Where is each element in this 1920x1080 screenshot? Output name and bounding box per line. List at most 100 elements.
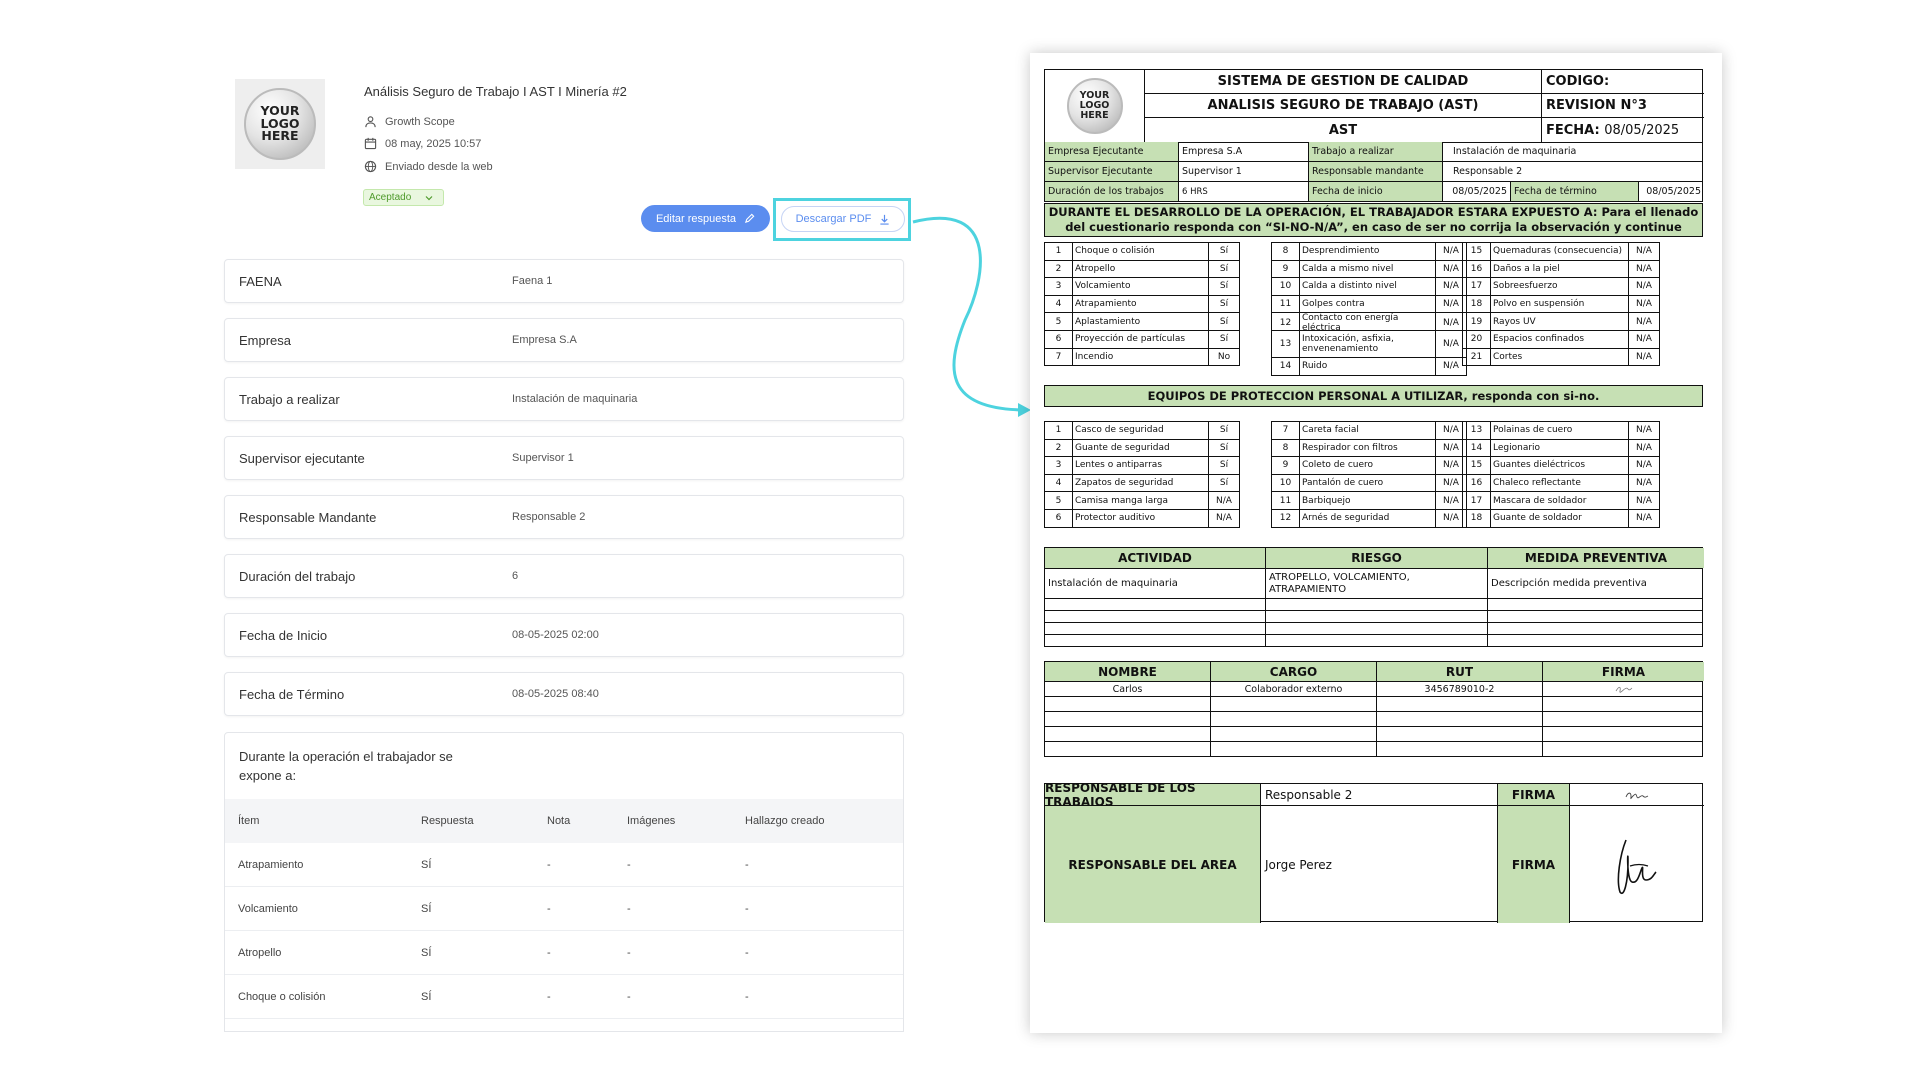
status-dropdown[interactable]: Aceptado [363, 189, 444, 206]
item-number: 14 [1272, 357, 1300, 375]
item-number: 6 [1045, 509, 1073, 527]
pdf-title-system: SISTEMA DE GESTION DE CALIDAD [1145, 70, 1542, 94]
field-value: Faena 1 [512, 275, 553, 287]
column-header-respuesta: Respuesta [421, 815, 474, 827]
hazard-table-2: 8 Desprendimiento N/A 9 Calda a mismo nivel N… [1271, 242, 1467, 376]
resp-works-label: RESPONSABLE DE LOS TRABAJOS [1045, 781, 1261, 809]
pdf-title-short: AST [1145, 118, 1542, 142]
activity-header: MEDIDA PREVENTIVA [1488, 548, 1704, 568]
checklist-row: 15 Guantes dieléctricos N/A [1463, 457, 1659, 475]
item-label: Proyección de partículas [1073, 330, 1209, 348]
checklist-row: 14 Legionario N/A [1463, 439, 1659, 458]
item-answer: N/A [1636, 246, 1652, 257]
firma-label: FIRMA [1498, 784, 1570, 806]
pdf-title-ast: ANALISIS SEGURO DE TRABAJO (AST) [1145, 94, 1542, 118]
item-label: Rayos UV [1491, 313, 1629, 330]
pdf-date-value: 08/05/2025 [1604, 122, 1680, 138]
activity-row [1045, 611, 1702, 623]
info-row: Supervisor Ejecutante Supervisor 1 Respo… [1045, 162, 1702, 182]
checklist-row: 6 Proyección de partículas Sí [1045, 330, 1239, 349]
item-label: Respirador con filtros [1300, 439, 1436, 457]
field-value: Responsable 2 [512, 511, 586, 523]
item-label: Calda a distinto nivel [1300, 278, 1436, 295]
item-number: 18 [1463, 295, 1491, 313]
form-logo: YOUR LOGO HERE [235, 79, 325, 169]
field-value: 6 [512, 570, 519, 582]
table-cell: - [745, 947, 749, 959]
item-label: Guantes dieléctricos [1491, 457, 1629, 474]
table-cell: SÍ [421, 859, 432, 871]
item-answer: Sí [1219, 425, 1229, 436]
item-label: Atrapamiento [1073, 295, 1209, 313]
item-label: Choque o colisión [1073, 243, 1209, 260]
pencil-icon [745, 213, 755, 224]
meta-scope-text: Growth Scope [385, 115, 455, 128]
item-answer: Sí [1219, 281, 1229, 292]
table-cell: - [547, 903, 551, 915]
item-label: Polainas de cuero [1491, 422, 1629, 439]
table-cell: Atropello [238, 947, 282, 959]
info-label: Empresa Ejecutante [1045, 142, 1179, 161]
checklist-row: 3 Volcamiento Sí [1045, 278, 1239, 296]
checklist-row: 10 Calda a distinto nivel N/A [1272, 278, 1466, 296]
checklist-row: 17 Sobreesfuerzo N/A [1463, 278, 1659, 296]
activity-header: ACTIVIDAD [1045, 548, 1266, 568]
item-label: Daños a la piel [1491, 260, 1629, 278]
pdf-header: YOUR LOGO HERE SISTEMA DE GESTION DE CALID… [1044, 69, 1704, 143]
item-label: Guante de soldador [1491, 509, 1629, 527]
item-label: Zapatos de seguridad [1073, 474, 1209, 492]
item-number: 4 [1045, 295, 1073, 313]
edit-response-button[interactable]: Editar respuesta [641, 205, 770, 232]
table-cell: - [547, 991, 551, 1003]
signature-header: CARGO [1211, 662, 1377, 681]
item-label: Guante de seguridad [1073, 439, 1209, 457]
item-label: Quemaduras (consecuencia) [1491, 243, 1629, 260]
field-card: Empresa Empresa S.A [224, 318, 904, 362]
info-value: Supervisor 1 [1179, 162, 1309, 181]
checklist-row: 12 Contacto con energía eléctrica N/A [1272, 313, 1466, 334]
item-number: 12 [1272, 509, 1300, 527]
exposure-question: Durante la operación el trabajador se ex… [239, 749, 453, 783]
item-label: Legionario [1491, 439, 1629, 457]
signature-row [1045, 742, 1702, 757]
item-answer: Sí [1219, 316, 1229, 327]
field-label: Fecha de Inicio [239, 627, 328, 643]
item-label: Camisa manga larga [1073, 492, 1209, 509]
table-cell: - [627, 859, 631, 871]
item-answer: Sí [1219, 460, 1229, 471]
resp-area-label: RESPONSABLE DEL AREA [1045, 806, 1261, 923]
download-pdf-button[interactable]: Descargar PDF [781, 206, 905, 232]
table-cell: SÍ [421, 947, 432, 959]
item-answer: N/A [1636, 460, 1652, 471]
item-number: 9 [1272, 260, 1300, 278]
item-number: 10 [1272, 474, 1300, 492]
item-label: Sobreesfuerzo [1491, 278, 1629, 295]
exposure-section: Durante la operación el trabajador se ex… [224, 732, 904, 1032]
field-label: FAENA [239, 273, 282, 289]
globe-icon [364, 160, 377, 173]
item-label: Aplastamiento [1073, 313, 1209, 330]
logo-text-line: HERE [1080, 109, 1109, 121]
pdf-info-grid: Empresa Ejecutante Empresa S.A Trabajo a… [1044, 142, 1703, 202]
checklist-row: 19 Rayos UV N/A [1463, 313, 1659, 331]
activity-header: RIESGO [1266, 548, 1488, 568]
checklist-row: 12 Arnés de seguridad N/A [1272, 509, 1466, 528]
field-card: FAENA Faena 1 [224, 259, 904, 303]
checklist-row: 9 Coleto de cuero N/A [1272, 457, 1466, 475]
checklist-row: 8 Respirador con filtros N/A [1272, 439, 1466, 458]
item-answer: Sí [1219, 442, 1229, 453]
table-row: Atrapamiento SÍ - - - [225, 843, 903, 887]
checklist-row: 13 Intoxicación, asfixia, envenenamiento N… [1272, 330, 1466, 358]
meta-web-text: Enviado desde la web [385, 160, 493, 173]
item-answer: N/A [1636, 495, 1652, 506]
item-number: 14 [1463, 439, 1491, 457]
checklist-row: 6 Protector auditivo N/A [1045, 509, 1239, 528]
hazard-section-title: DURANTE EL DESARROLLO DE LA OPERACIÓN, E… [1044, 203, 1703, 237]
item-answer: N/A [1636, 478, 1652, 489]
signature-header-row: NOMBRE CARGO RUT FIRMA [1045, 662, 1704, 682]
activity-row [1045, 623, 1702, 635]
item-number: 3 [1045, 457, 1073, 474]
meta-date: 08 may, 2025 10:57 [364, 137, 481, 150]
signature-image [1543, 682, 1704, 696]
signature-image [1570, 784, 1704, 806]
